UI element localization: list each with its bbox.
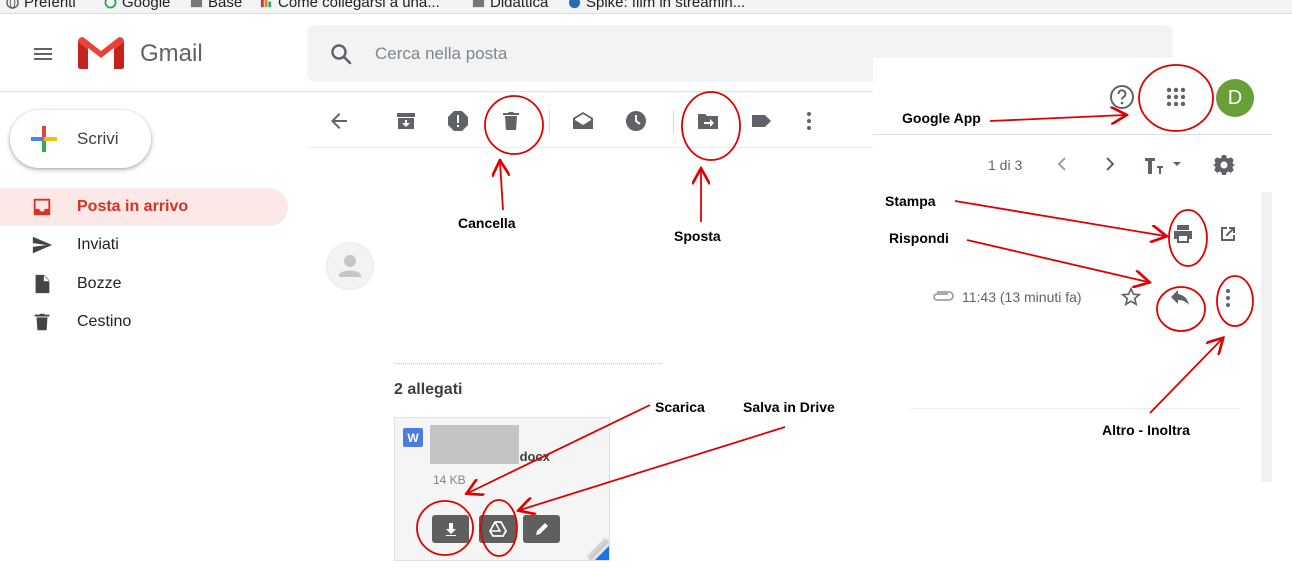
arrow-salva-drive xyxy=(520,426,786,510)
annotation-salva-drive: Salva in Drive xyxy=(743,399,835,415)
circle-more xyxy=(1216,275,1254,327)
circle-move xyxy=(681,91,741,161)
circle-drive xyxy=(480,499,518,557)
arrow-google-app xyxy=(989,115,1125,121)
arrow-altro xyxy=(1149,339,1222,414)
annotation-sposta: Sposta xyxy=(674,228,721,244)
circle-print xyxy=(1168,209,1208,267)
circle-delete xyxy=(484,95,544,155)
annotation-rispondi: Rispondi xyxy=(889,230,949,246)
annotation-google-app: Google App xyxy=(902,110,981,126)
arrow-cancella xyxy=(500,162,503,211)
arrow-stampa xyxy=(954,200,1165,236)
arrow-rispondi xyxy=(966,239,1148,282)
annotation-stampa: Stampa xyxy=(885,193,936,209)
circle-apps xyxy=(1138,64,1214,132)
annotation-scarica: Scarica xyxy=(655,399,705,415)
annotation-cancella: Cancella xyxy=(458,215,516,231)
annotation-altro-inoltra: Altro - Inoltra xyxy=(1102,422,1190,438)
annotation-overlay xyxy=(416,64,1254,557)
arrow-scarica xyxy=(468,404,651,493)
circle-download xyxy=(416,500,474,556)
circle-reply xyxy=(1156,286,1206,332)
